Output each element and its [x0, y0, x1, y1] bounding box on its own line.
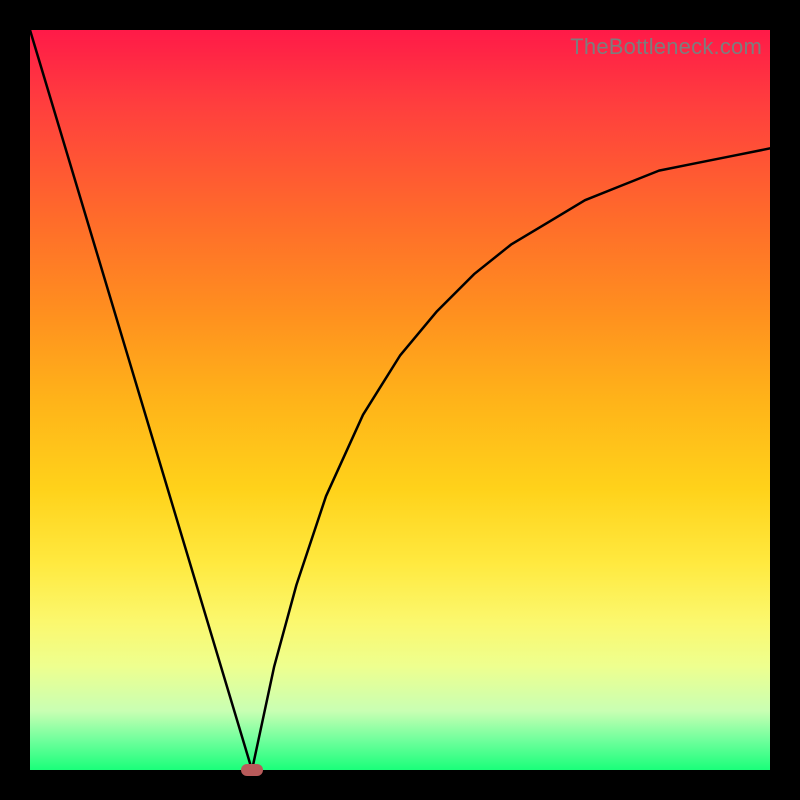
chart-frame: TheBottleneck.com — [0, 0, 800, 800]
optimum-marker — [241, 764, 263, 776]
bottleneck-curve — [30, 30, 770, 770]
curve-path — [30, 30, 770, 770]
plot-area: TheBottleneck.com — [30, 30, 770, 770]
